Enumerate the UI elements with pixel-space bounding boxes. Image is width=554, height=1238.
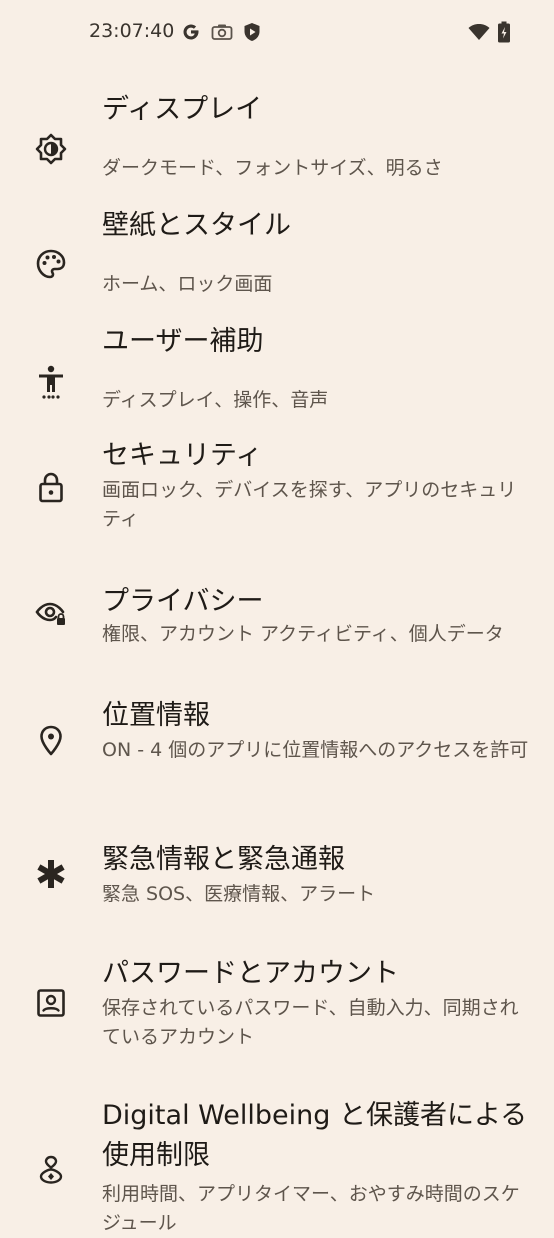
settings-item-display[interactable]: ディスプレイ ダークモード、フォントサイズ、明るさ [0, 88, 554, 198]
palette-icon [34, 247, 68, 281]
settings-item-emergency[interactable]: 緊急情報と緊急通報 緊急 SOS、医療情報、アラート [0, 840, 554, 950]
settings-item-summary: 利用時間、アプリタイマー、おやすみ時間のスケジュール [102, 1183, 520, 1234]
display-brightness-icon [34, 132, 68, 166]
settings-item-privacy[interactable]: プライバシー 権限、アカウント アクティビティ、個人データ [0, 580, 554, 690]
lock-icon [34, 470, 68, 504]
settings-item-summary: ON - 4 個のアプリに位置情報へのアクセスを許可 [102, 739, 529, 761]
camera-icon [210, 20, 234, 44]
shield-icon [242, 20, 262, 44]
location-pin-icon [34, 724, 68, 758]
google-g-icon [180, 20, 202, 44]
settings-item-security[interactable]: セキュリティ 画面ロック、デバイスを探す、アプリのセキュリティ [0, 436, 554, 576]
settings-item-title: 位置情報 [102, 700, 210, 731]
settings-item-accessibility[interactable]: ユーザー補助 ディスプレイ、操作、音声 [0, 320, 554, 430]
settings-item-title: 壁紙とスタイル [102, 210, 291, 241]
asterisk-icon [34, 857, 68, 891]
settings-item-title: ユーザー補助 [102, 326, 264, 357]
status-time: 23:07:40 [89, 20, 175, 42]
wellbeing-icon [34, 1152, 68, 1186]
settings-item-title: ディスプレイ [102, 94, 263, 125]
settings-item-summary: 権限、アカウント アクティビティ、個人データ [102, 623, 504, 645]
accessibility-icon [34, 365, 68, 399]
account-box-icon [34, 986, 68, 1020]
settings-item-location[interactable]: 位置情報 ON - 4 個のアプリに位置情報へのアクセスを許可 [0, 696, 554, 836]
settings-item-digital-wellbeing[interactable]: Digital Wellbeing と保護者による使用制限 利用時間、アプリタイ… [0, 1096, 554, 1234]
status-bar: 23:07:40 [0, 0, 554, 64]
settings-item-title: プライバシー [102, 586, 264, 617]
privacy-eye-icon [34, 597, 68, 631]
settings-item-passwords-accounts[interactable]: パスワードとアカウント 保存されているパスワード、自動入力、同期されているアカウ… [0, 954, 554, 1094]
settings-item-summary: ディスプレイ、操作、音声 [102, 389, 329, 411]
settings-item-title: セキュリティ [102, 440, 263, 471]
wifi-icon [467, 20, 491, 44]
settings-item-title: パスワードとアカウント [102, 958, 399, 989]
settings-item-title: 緊急情報と緊急通報 [102, 844, 345, 875]
settings-item-wallpaper[interactable]: 壁紙とスタイル ホーム、ロック画面 [0, 204, 554, 314]
settings-item-summary: 緊急 SOS、医療情報、アラート [102, 883, 376, 905]
settings-item-summary: 画面ロック、デバイスを探す、アプリのセキュリティ [102, 479, 517, 530]
settings-item-summary: ホーム、ロック画面 [102, 273, 273, 295]
settings-item-summary: ダークモード、フォントサイズ、明るさ [102, 157, 443, 179]
settings-item-title: Digital Wellbeing と保護者による使用制限 [102, 1100, 528, 1171]
settings-item-summary: 保存されているパスワード、自動入力、同期されているアカウント [102, 997, 519, 1048]
battery-icon [496, 20, 512, 44]
